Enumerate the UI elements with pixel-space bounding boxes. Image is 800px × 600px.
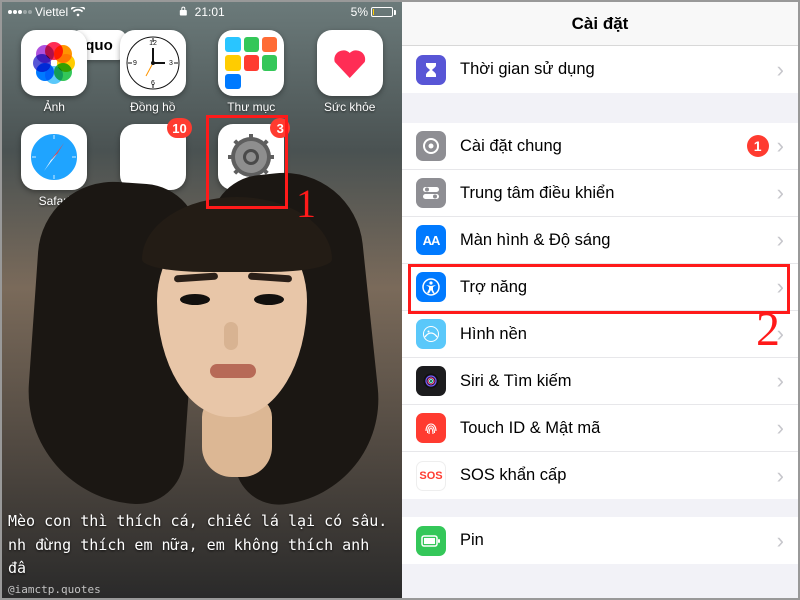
app-health-label: Sức khỏe [324,100,375,114]
row-display-label: Màn hình & Độ sáng [460,231,773,250]
chevron-right-icon: › [777,57,784,83]
row-siri[interactable]: Siri & Tìm kiếm › [402,358,798,405]
quote-line2: nh đừng thích em nữa, em không thích anh… [8,534,396,581]
wallpaper-handle: @iamctp.quotes [8,583,101,596]
row-touchid-label: Touch ID & Mật mã [460,419,773,438]
row-battery[interactable]: Pin › [402,517,798,564]
row-control-center[interactable]: Trung tâm điều khiển › [402,170,798,217]
row-screen-time-label: Thời gian sử dụng [460,60,773,79]
lock-icon [179,6,187,16]
clock-time: 21:01 [195,5,225,19]
chevron-right-icon: › [777,415,784,441]
wifi-icon [71,7,85,17]
chevron-right-icon: › [777,274,784,300]
home-screen: Viettel 21:01 5% quo [2,2,402,598]
chevron-right-icon: › [777,528,784,554]
app-folder[interactable]: Thư mục [211,30,292,114]
hourglass-icon [416,55,446,85]
chevron-right-icon: › [777,180,784,206]
toggle-icon [416,178,446,208]
carrier-label: Viettel [35,5,68,19]
settings-badge: 3 [270,118,290,138]
svg-text:12: 12 [149,40,157,47]
app-folder-label: Thư mục [227,100,275,114]
chevron-right-icon: › [777,321,784,347]
row-siri-label: Siri & Tìm kiếm [460,372,773,391]
row-wallpaper[interactable]: Hình nền › [402,311,798,358]
app-photos[interactable]: Ảnh [14,30,95,114]
chevron-right-icon: › [777,227,784,253]
sos-icon: SOS [416,461,446,491]
text-size-icon: AA [416,225,446,255]
row-control-center-label: Trung tâm điều khiển [460,184,773,203]
chevron-right-icon: › [777,133,784,159]
row-display[interactable]: AA Màn hình & Độ sáng › [402,217,798,264]
app-photos-label: Ảnh [44,100,65,114]
general-badge: 1 [747,135,769,157]
appstore-badge: 10 [167,118,191,138]
heart-icon [333,48,367,78]
battery-percent: 5% [351,5,368,19]
chevron-right-icon: › [777,463,784,489]
clock-icon: 12 3 6 9 [124,34,182,92]
accessibility-icon [416,272,446,302]
settings-title: Cài đặt [572,14,629,34]
row-screen-time[interactable]: Thời gian sử dụng › [402,46,798,93]
signal-icon [8,10,32,14]
row-sos-label: SOS khẩn cấp [460,466,773,485]
row-sos[interactable]: SOS SOS khẩn cấp › [402,452,798,499]
status-bar: Viettel 21:01 5% [2,2,402,22]
svg-text:3: 3 [169,60,173,67]
wallpaper-quote: Mèo con thì thích cá, chiếc lá lại có sâ… [2,510,402,580]
row-accessibility[interactable]: Trợ năng › [402,264,798,311]
app-clock[interactable]: 12 3 6 9 Đồng hồ [113,30,194,114]
settings-screen: Cài đặt Thời gian sử dụng › Cài đặt [402,2,798,598]
fingerprint-icon [416,413,446,443]
wallpaper-icon [416,319,446,349]
app-clock-label: Đồng hồ [130,100,175,114]
battery-icon [416,526,446,556]
row-general[interactable]: Cài đặt chung 1 › [402,123,798,170]
row-touchid[interactable]: Touch ID & Mật mã › [402,405,798,452]
gear-icon [416,131,446,161]
chevron-right-icon: › [777,368,784,394]
svg-text:9: 9 [133,60,137,67]
quote-line1: Mèo con thì thích cá, chiếc lá lại có sâ… [8,510,396,533]
siri-icon [416,366,446,396]
settings-header: Cài đặt [402,2,798,46]
row-wallpaper-label: Hình nền [460,325,773,344]
app-health[interactable]: Sức khỏe [310,30,391,114]
row-accessibility-label: Trợ năng [460,278,773,297]
row-general-label: Cài đặt chung [460,137,747,156]
svg-text:6: 6 [151,80,155,87]
wallpaper-portrait [62,162,362,482]
folder-icon [225,37,277,89]
photos-icon [32,41,76,85]
row-battery-label: Pin [460,531,773,550]
battery-icon [371,7,396,17]
